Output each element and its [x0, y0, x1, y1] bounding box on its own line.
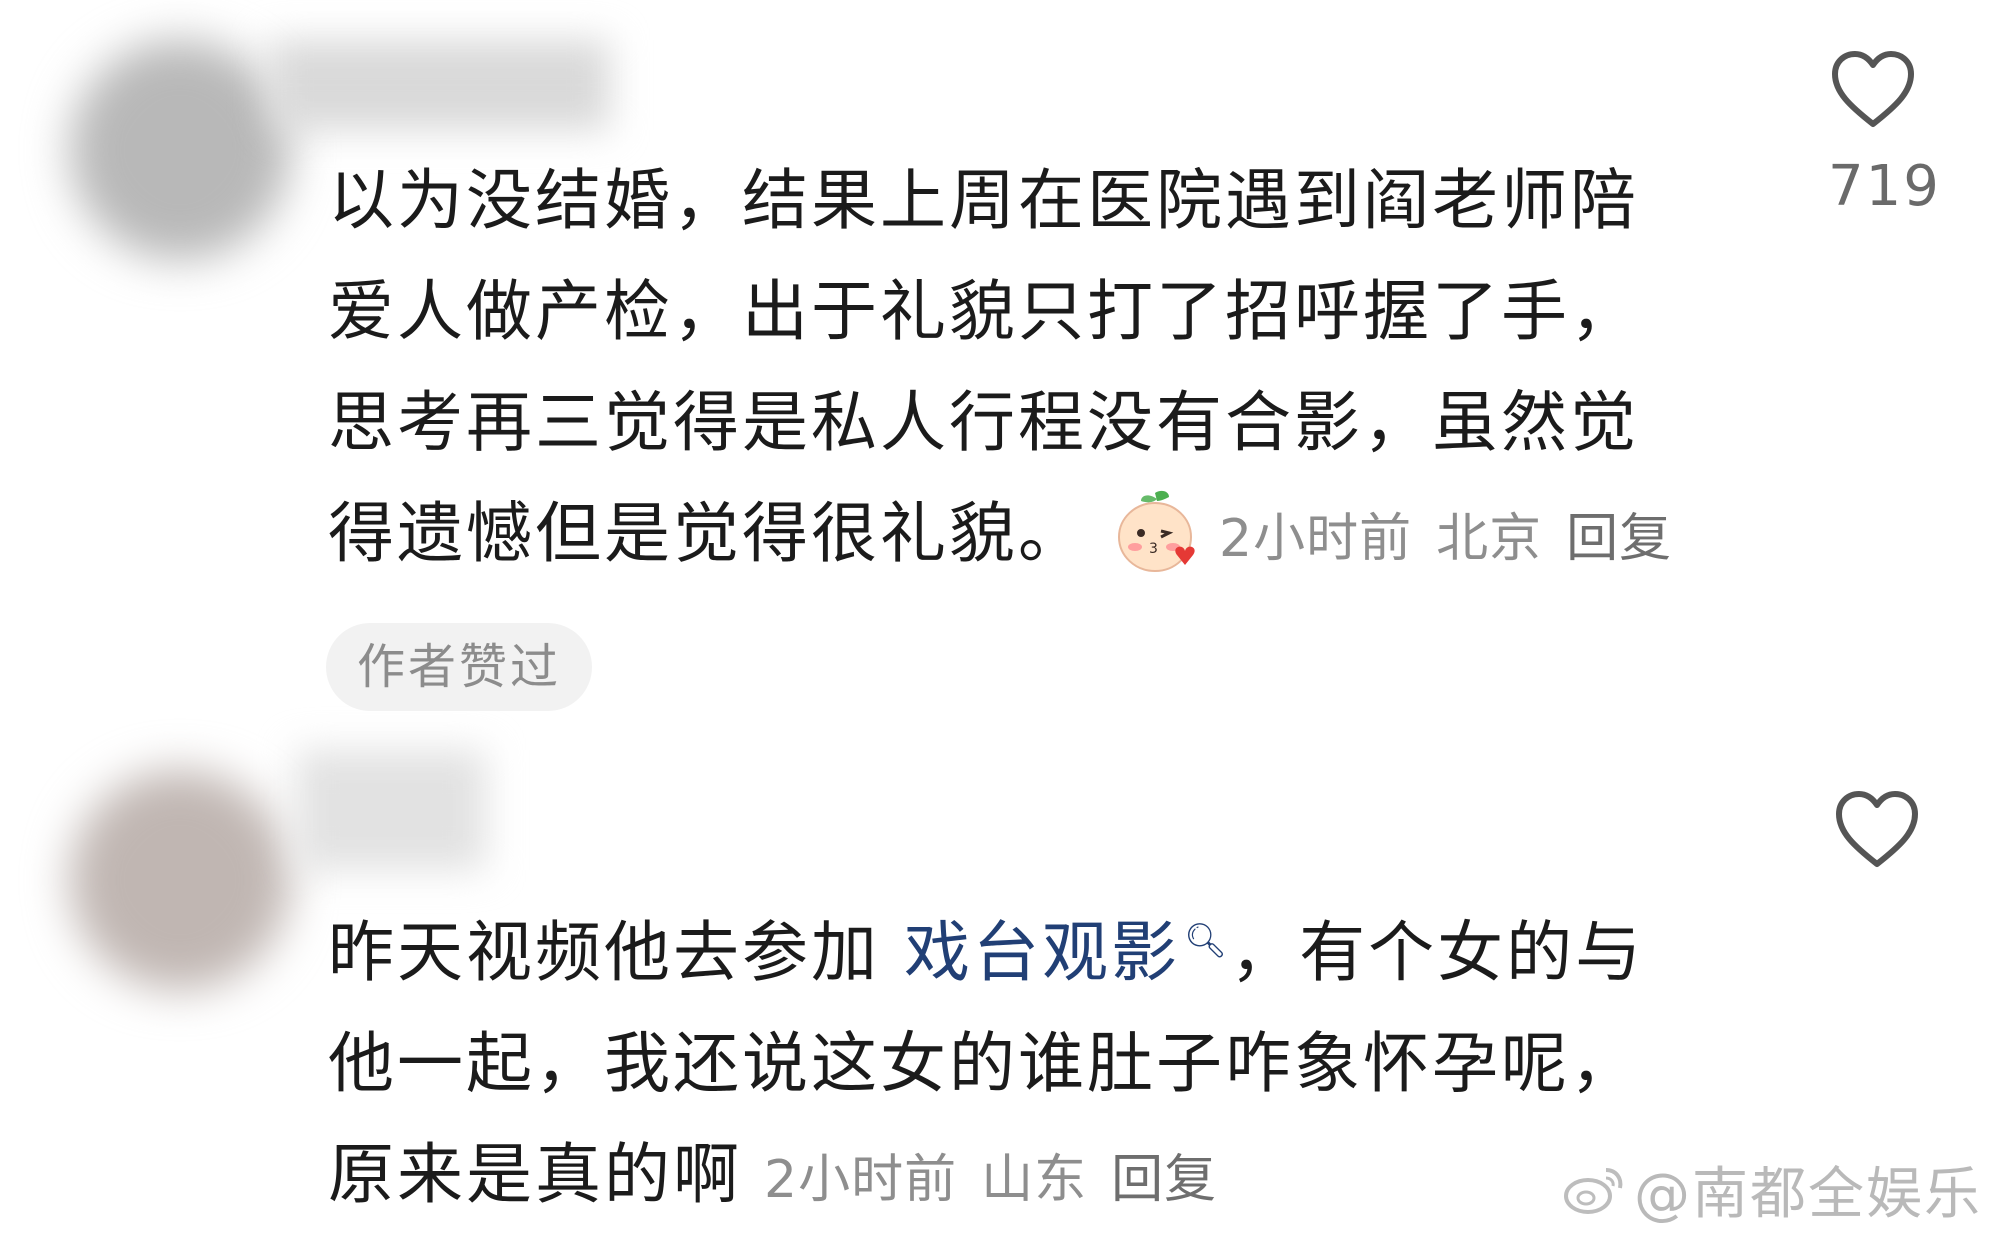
- comment-line: 爱人做产检，出于礼貌只打了招呼握了手，: [328, 273, 1639, 350]
- comment-line: 以为没结婚，结果上周在医院遇到阎老师陪: [328, 162, 1639, 239]
- avatar[interactable]: [70, 40, 290, 260]
- search-icon: 🔍︎: [1183, 921, 1231, 961]
- username-redacted: [270, 40, 610, 130]
- svg-text:3: 3: [1149, 541, 1161, 557]
- topic-link-text: 戏台观影: [903, 914, 1180, 991]
- reply-button[interactable]: 回复: [1111, 1150, 1217, 1210]
- comment-text-segment: 昨天视频他去参加: [328, 914, 904, 991]
- like-count: 719: [1828, 154, 1941, 219]
- comment-location: 山东: [981, 1150, 1088, 1210]
- comment-body: 昨天视频他去参加 戏台观影 🔍︎，有个女的与 他一起，我还说这女的谁肚子咋象怀孕呢…: [328, 886, 1644, 1236]
- comment-line-last: 原来是真的啊 2小时前 山东 回复: [328, 1119, 1644, 1236]
- comment-location: 北京: [1436, 509, 1543, 569]
- comment-list: 以为没结婚，结果上周在医院遇到阎老师陪 爱人做产检，出于礼貌只打了招呼握了手， …: [0, 0, 2000, 1242]
- watermark-text: @南都全娱乐: [1634, 1162, 1982, 1227]
- comment-time: 2小时前: [1219, 509, 1413, 569]
- comment-line: 思考再三觉得是私人行程没有合影，虽然觉: [328, 384, 1639, 461]
- comment-meta: 2小时前 山东 回复: [764, 1150, 1241, 1210]
- topic-search-link[interactable]: 戏台观影 🔍︎: [904, 914, 1230, 991]
- author-liked-badge: 作者赞过: [326, 623, 592, 711]
- comment-text-segment: ，有个女的与: [1230, 914, 1645, 991]
- kiss-face-emoji-icon: 3: [1111, 487, 1199, 575]
- avatar[interactable]: [70, 770, 290, 990]
- like-button[interactable]: [1832, 790, 1922, 870]
- username-redacted: [296, 750, 486, 870]
- weibo-logo-icon: [1564, 1167, 1623, 1214]
- comment-line: 原来是真的啊: [328, 1136, 742, 1213]
- like-button[interactable]: 719: [1828, 50, 1941, 219]
- comment-meta: 2小时前 北京 回复: [1219, 509, 1696, 569]
- comment-time: 2小时前: [764, 1150, 958, 1210]
- comment-line: 他一起，我还说这女的谁肚子咋象怀孕呢，: [328, 1025, 1639, 1102]
- watermark: @南都全娱乐: [1562, 1149, 1982, 1230]
- heart-icon: [1832, 51, 1914, 127]
- comment-line-last: 得遗憾但是觉得很礼貌。 3 2小时前 北京 回复: [328, 478, 1696, 595]
- comment-line: 得遗憾但是觉得很礼貌。: [328, 495, 1087, 572]
- reply-button[interactable]: 回复: [1566, 509, 1672, 569]
- comment-body: 以为没结婚，结果上周在医院遇到阎老师陪 爱人做产检，出于礼貌只打了招呼握了手， …: [328, 145, 1696, 595]
- heart-icon: [1836, 791, 1918, 867]
- comment-line: 昨天视频他去参加 戏台观影 🔍︎，有个女的与: [328, 886, 1644, 1008]
